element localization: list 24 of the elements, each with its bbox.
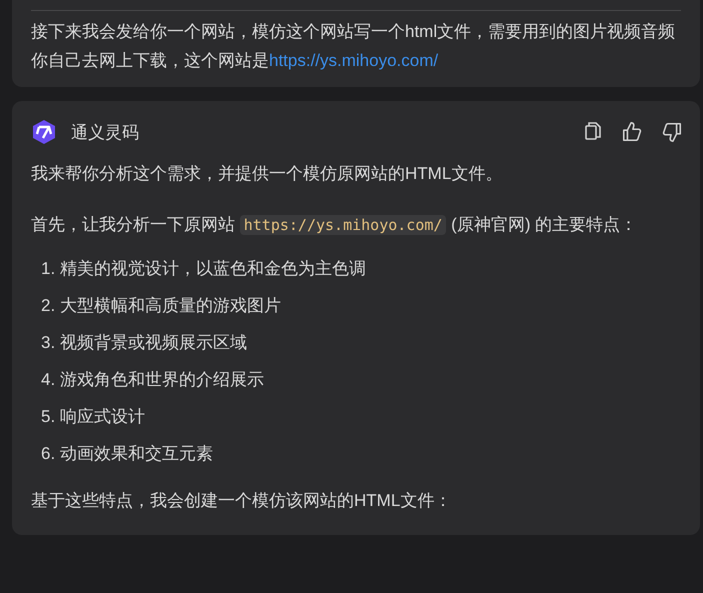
list-number: 6. <box>41 443 56 465</box>
list-number: 1. <box>41 258 56 280</box>
analysis-text: (原神官网) 的主要特点： <box>451 215 638 234</box>
list-item-text: 游戏角色和世界的介绍展示 <box>60 369 264 391</box>
list-item-text: 响应式设计 <box>60 406 146 428</box>
list-item-text: 视频背景或视频展示区域 <box>60 332 248 354</box>
list-item-text: 大型横幅和高质量的游戏图片 <box>60 295 282 317</box>
list-item-text: 动画效果和交互元素 <box>60 443 214 465</box>
list-number: 3. <box>41 332 56 354</box>
list-number: 4. <box>41 369 56 391</box>
thumbs-down-button[interactable] <box>661 121 683 143</box>
list-item-text: 精美的视觉设计，以蓝色和金色为主色调 <box>60 258 366 280</box>
conclusion-text: 基于这些特点，我会创建一个模仿该网站的HTML文件： <box>31 490 452 512</box>
list-number: 2. <box>41 295 56 317</box>
inline-code: https://ys.mihoyo.com/ <box>240 215 446 235</box>
website-link[interactable]: https://ys.mihoyo.com/ <box>269 51 438 70</box>
copy-button[interactable] <box>583 121 603 143</box>
analysis-text: 首先，让我分析一下原网站 <box>31 215 235 234</box>
list-number: 5. <box>41 406 56 428</box>
assistant-name: 通义灵码 <box>71 122 139 144</box>
intro-text: 我来帮你分析这个需求，并提供一个模仿原网站的HTML文件。 <box>31 163 504 185</box>
message-text: 接下来我会发给你一个网站，模仿这个网站写一个html文件，需要用到的图片视频音频你自己去网上下载，这个网站是https://ys.mihoyo.com/ <box>31 21 676 72</box>
logo-icon <box>31 119 57 145</box>
thumbs-up-button[interactable] <box>621 121 643 143</box>
